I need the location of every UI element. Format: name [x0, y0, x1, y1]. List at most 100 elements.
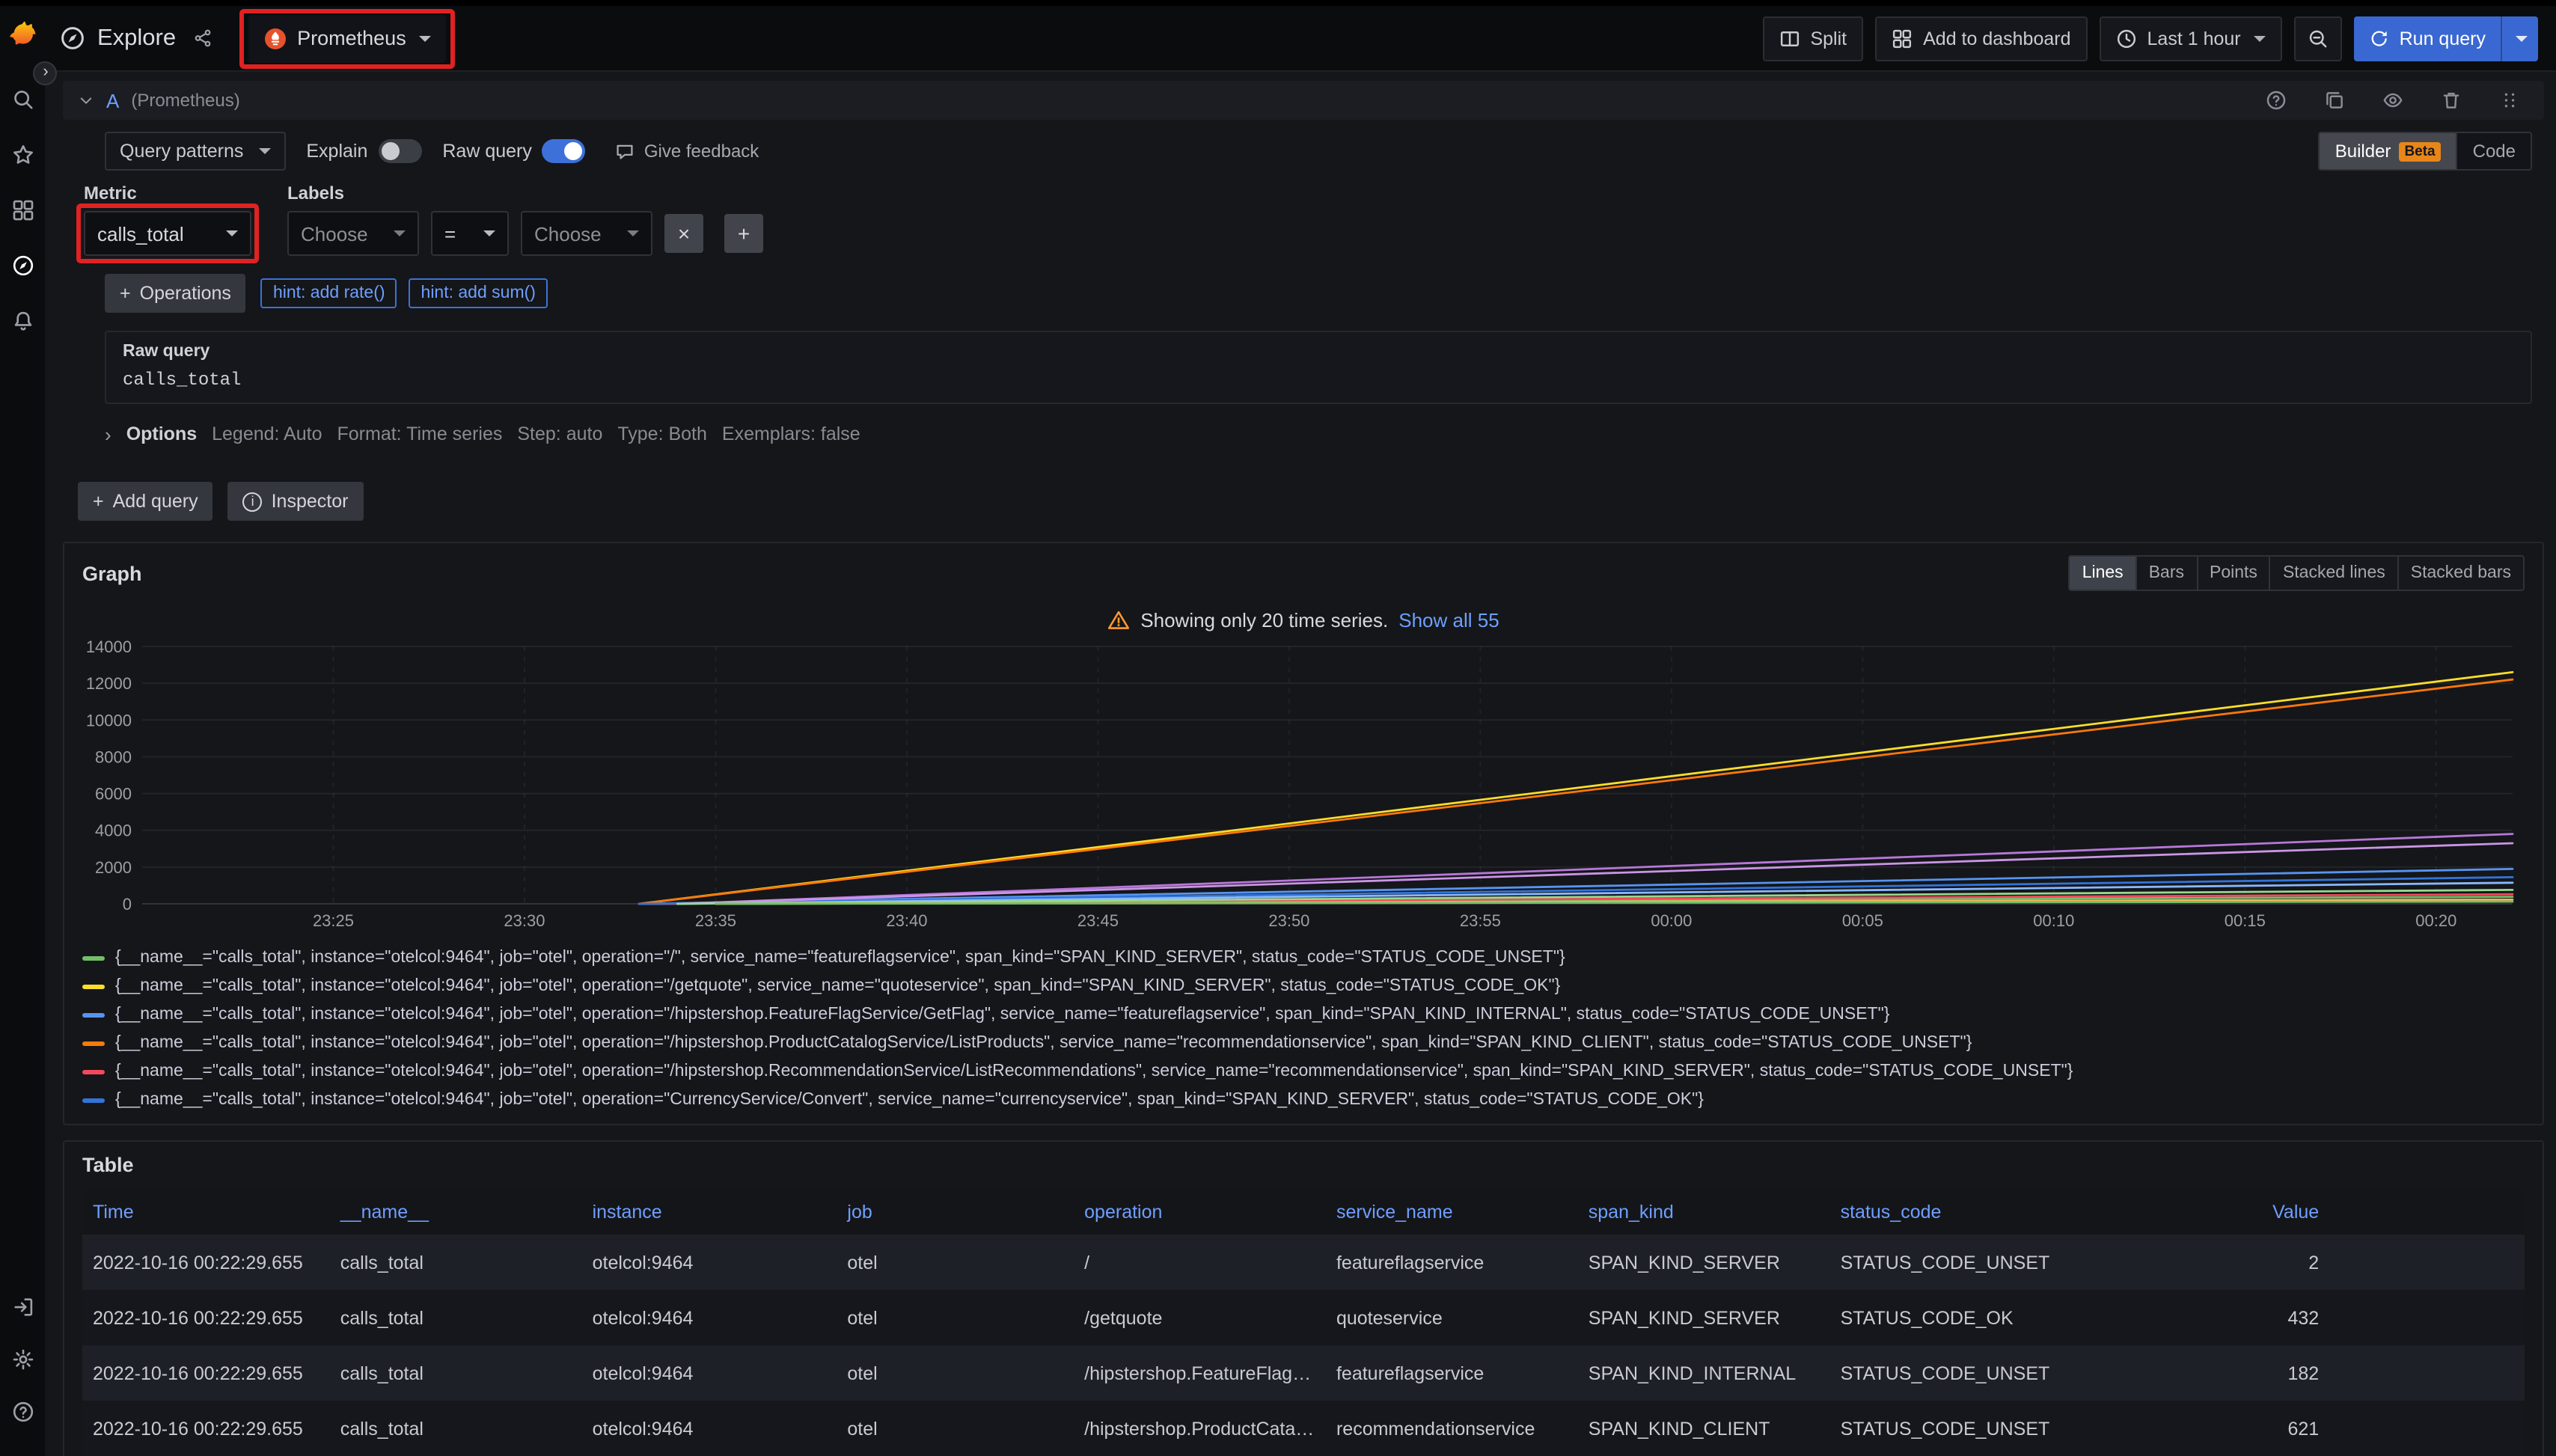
- table-row: 2022-10-16 00:22:29.655calls_totalotelco…: [82, 1290, 2525, 1345]
- hide-query-icon[interactable]: [2373, 88, 2412, 112]
- explain-label: Explain: [306, 141, 367, 162]
- table-cell: STATUS_CODE_OK: [1830, 1290, 2078, 1345]
- info-icon: i: [243, 492, 263, 511]
- remove-query-icon[interactable]: [2432, 88, 2471, 112]
- sidebar-item-alerting[interactable]: [0, 301, 45, 340]
- duplicate-query-icon[interactable]: [2315, 88, 2354, 112]
- run-query-button[interactable]: Run query: [2355, 16, 2538, 61]
- clock-icon: [2116, 28, 2137, 49]
- operation-hint[interactable]: hint: add rate(): [261, 278, 397, 308]
- table-cell: featureflagservice: [1326, 1345, 1578, 1401]
- table-row: 2022-10-16 00:22:29.655calls_totalotelco…: [82, 1345, 2525, 1401]
- query-options[interactable]: › Options Legend: AutoFormat: Time serie…: [105, 413, 2532, 455]
- table-cell: otelcol:9464: [582, 1290, 837, 1345]
- legend-series-label: {__name__="calls_total", instance="otelc…: [115, 949, 1565, 967]
- sidebar-item-help[interactable]: [0, 1392, 45, 1431]
- table-cell: calls_total: [330, 1235, 582, 1290]
- column-header-job[interactable]: job: [837, 1190, 1074, 1235]
- table-cell: STATUS_CODE_UNSET: [1830, 1235, 2078, 1290]
- column-header-time[interactable]: Time: [82, 1190, 330, 1235]
- sidebar-item-explore[interactable]: [0, 245, 45, 284]
- legend-item[interactable]: {__name__="calls_total", instance="otelc…: [82, 974, 2525, 998]
- table-cell: SPAN_KIND_SERVER: [1578, 1290, 1830, 1345]
- sidebar-item-dashboards[interactable]: [0, 190, 45, 229]
- query-help-icon[interactable]: [2257, 88, 2296, 112]
- graph-style-stacked-bars[interactable]: Stacked bars: [2397, 557, 2523, 590]
- label-value-select[interactable]: Choose: [521, 211, 652, 256]
- label-operator-select[interactable]: =: [431, 211, 509, 256]
- give-feedback-button[interactable]: Give feedback: [607, 139, 768, 163]
- remove-label-filter-button[interactable]: ×: [664, 214, 703, 253]
- label-key-select[interactable]: Choose: [287, 211, 419, 256]
- add-query-button[interactable]: + Add query: [78, 482, 213, 521]
- sidebar-item-search[interactable]: [0, 79, 45, 118]
- operations-button[interactable]: + Operations: [105, 274, 246, 313]
- column-header-value[interactable]: Value: [2077, 1190, 2329, 1235]
- graph-panel: Graph LinesBarsPointsStacked linesStacke…: [63, 542, 2544, 1125]
- column-header-instance[interactable]: instance: [582, 1190, 837, 1235]
- time-series-chart[interactable]: 23:2523:3023:3523:4023:4523:5023:5500:00…: [82, 637, 2525, 934]
- sidebar-item-starred[interactable]: [0, 135, 45, 174]
- graph-legend: {__name__="calls_total", instance="otelc…: [82, 946, 2525, 1112]
- explain-toggle[interactable]: [378, 139, 421, 163]
- sidebar-expand-button[interactable]: ›: [33, 61, 57, 85]
- svg-text:23:55: 23:55: [1460, 911, 1501, 930]
- query-ref-id[interactable]: A: [106, 89, 119, 111]
- table-cell-spacer: [2329, 1290, 2525, 1345]
- results-table: Time__name__instancejoboperationservice_…: [82, 1190, 2525, 1456]
- graph-style-stacked-lines[interactable]: Stacked lines: [2269, 557, 2397, 590]
- series-limit-text: Showing only 20 time series.: [1140, 609, 1388, 631]
- table-cell: otel: [837, 1345, 1074, 1401]
- operation-hint[interactable]: hint: add sum(): [409, 278, 548, 308]
- add-label-filter-button[interactable]: +: [724, 214, 763, 253]
- legend-item[interactable]: {__name__="calls_total", instance="otelc…: [82, 946, 2525, 970]
- zoom-out-button[interactable]: [2295, 16, 2343, 61]
- show-all-series-link[interactable]: Show all 55: [1398, 609, 1499, 631]
- table-row: 2022-10-16 00:22:29.655calls_totalotelco…: [82, 1401, 2525, 1456]
- legend-series-label: {__name__="calls_total", instance="otelc…: [115, 1062, 2073, 1080]
- add-to-dashboard-button[interactable]: Add to dashboard: [1875, 16, 2087, 61]
- column-header-operation[interactable]: operation: [1074, 1190, 1326, 1235]
- raw-query-preview: Raw query calls_total: [105, 331, 2532, 404]
- run-query-dropdown[interactable]: [2501, 16, 2538, 61]
- datasource-picker[interactable]: Prometheus: [248, 14, 447, 62]
- legend-item[interactable]: {__name__="calls_total", instance="otelc…: [82, 1003, 2525, 1027]
- query-editor: A (Prometheus) Query patterns Explain: [63, 81, 2544, 467]
- builder-mode-button[interactable]: Builder Beta: [2320, 133, 2456, 169]
- sidebar: ›: [0, 6, 45, 1456]
- graph-style-bars[interactable]: Bars: [2135, 557, 2196, 590]
- graph-style-points[interactable]: Points: [2196, 557, 2269, 590]
- sidebar-item-sign-in[interactable]: [0, 1287, 45, 1326]
- drag-handle-icon[interactable]: [2490, 88, 2529, 112]
- share-icon[interactable]: [183, 27, 221, 49]
- grafana-logo[interactable]: [7, 19, 38, 51]
- sidebar-item-settings[interactable]: [0, 1339, 45, 1378]
- table-cell: /hipstershop.ProductCatalogS...: [1074, 1401, 1326, 1456]
- query-patterns-dropdown[interactable]: Query patterns: [105, 132, 285, 171]
- table-cell: calls_total: [330, 1401, 582, 1456]
- split-button[interactable]: Split: [1762, 16, 1863, 61]
- code-mode-button[interactable]: Code: [2456, 133, 2531, 169]
- legend-item[interactable]: {__name__="calls_total", instance="otelc…: [82, 1059, 2525, 1083]
- table-cell-spacer: [2329, 1345, 2525, 1401]
- legend-item[interactable]: {__name__="calls_total", instance="otelc…: [82, 1088, 2525, 1112]
- zoom-out-icon: [2308, 28, 2329, 49]
- legend-item[interactable]: {__name__="calls_total", instance="otelc…: [82, 1031, 2525, 1055]
- svg-text:23:40: 23:40: [886, 911, 927, 930]
- column-header-spankind[interactable]: span_kind: [1578, 1190, 1830, 1235]
- collapse-query-icon[interactable]: [78, 92, 94, 108]
- inspector-button[interactable]: i Inspector: [228, 482, 364, 521]
- legend-series-color: [82, 955, 105, 960]
- table-cell: STATUS_CODE_UNSET: [1830, 1345, 2078, 1401]
- column-header-name[interactable]: __name__: [330, 1190, 582, 1235]
- svg-text:12000: 12000: [86, 674, 132, 693]
- query-row-header[interactable]: A (Prometheus): [63, 81, 2544, 120]
- time-range-picker[interactable]: Last 1 hour: [2100, 16, 2283, 61]
- option-summary-item: Step: auto: [517, 423, 602, 444]
- metric-field: Metric calls_total: [84, 183, 251, 256]
- column-header-servicename[interactable]: service_name: [1326, 1190, 1578, 1235]
- graph-style-lines[interactable]: Lines: [2070, 557, 2135, 590]
- raw-query-toggle[interactable]: [542, 139, 586, 163]
- column-header-statuscode[interactable]: status_code: [1830, 1190, 2078, 1235]
- metric-select[interactable]: calls_total: [84, 211, 251, 256]
